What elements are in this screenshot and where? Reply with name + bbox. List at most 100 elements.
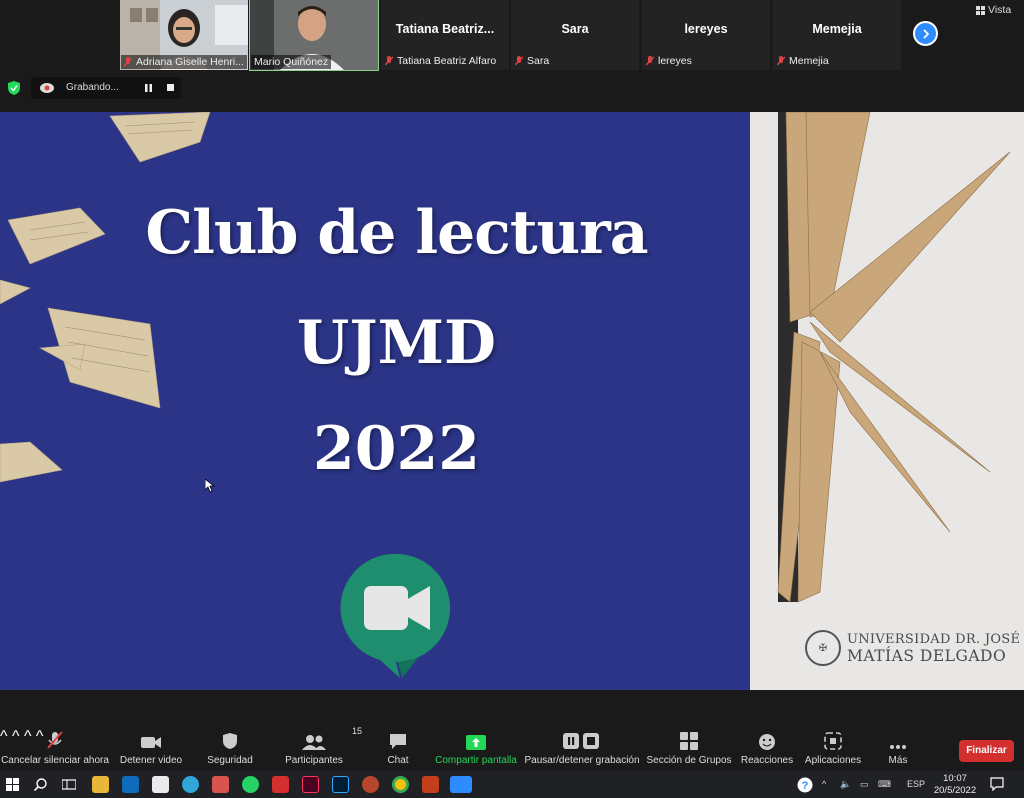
shared-screen: Club de lectura UJMD 2022 ✠ UNIVERSIDAD … (0, 112, 1024, 690)
windows-start-icon[interactable] (6, 778, 19, 791)
pause-recording-icon[interactable] (145, 84, 152, 92)
apps-button[interactable]: Aplicaciones (802, 728, 864, 771)
participant-tile-memejia[interactable]: Memejia Memejia (773, 0, 901, 70)
chat-button[interactable]: Chat (378, 728, 418, 771)
participants-count: 15 (352, 726, 363, 736)
participant-video-adriana[interactable]: Adriana Giselle Henri... (120, 0, 248, 70)
participant-title: Sara (561, 22, 589, 36)
slide-title-line3: 2022 (313, 414, 480, 484)
participants-button[interactable]: 15 Participantes (278, 726, 362, 771)
chat-label: Chat (387, 755, 409, 766)
edge-browser-icon[interactable] (182, 776, 199, 793)
acrobat-icon[interactable] (272, 776, 289, 793)
breakout-rooms-label: Sección de Grupos (646, 755, 732, 766)
file-explorer-icon[interactable] (92, 776, 109, 793)
participant-video-mario[interactable]: Mario Quiñónez (249, 0, 379, 71)
participant-name-label: Mario Quiñónez (251, 55, 332, 69)
cloud-recording-icon (40, 83, 54, 93)
recording-label: Grabando... (66, 82, 119, 93)
stop-video-button[interactable]: Detener video (118, 728, 184, 771)
recording-indicator: Grabando... (31, 77, 181, 99)
university-name-line2: MATÍAS DELGADO (847, 647, 1007, 665)
apps-label: Aplicaciones (804, 755, 862, 766)
participant-strip: Adriana Giselle Henri... Mario Quiñónez … (0, 0, 1024, 72)
notifications-icon[interactable] (990, 777, 1004, 791)
slide-title-line2: UJMD (296, 308, 497, 378)
clock-time: 10:07 (943, 773, 967, 784)
participant-name: Tatiana Beatriz Alfaro (397, 55, 497, 67)
pause-stop-recording-button[interactable]: Pausar/detener grabación (524, 728, 640, 771)
mic-muted-icon (124, 57, 132, 67)
security-button[interactable]: Seguridad (200, 728, 260, 771)
university-seal-icon: ✠ (805, 630, 841, 666)
share-screen-button[interactable]: Compartir pantalla (434, 728, 518, 771)
participant-name: Memejia (789, 55, 829, 67)
unmute-button[interactable]: Cancelar silenciar ahora (1, 728, 109, 771)
breakout-rooms-button[interactable]: Sección de Grupos (646, 728, 732, 771)
language-indicator[interactable]: ESP (907, 779, 925, 789)
participant-name-label: Adriana Giselle Henri... (121, 55, 247, 69)
security-shield-icon (223, 733, 237, 749)
indesign-icon[interactable] (302, 776, 319, 793)
network-icon[interactable]: ▭ (860, 779, 869, 790)
mouse-cursor-icon (205, 479, 215, 493)
store-icon[interactable] (152, 776, 169, 793)
next-participants-button[interactable] (913, 21, 938, 46)
share-screen-icon (466, 735, 486, 750)
security-shield-icon[interactable] (8, 81, 20, 95)
mic-muted-icon (646, 56, 654, 66)
search-icon[interactable] (34, 778, 47, 791)
participant-name-label: Sara (515, 55, 549, 67)
end-meeting-button[interactable]: Finalizar (959, 740, 1014, 762)
more-button[interactable]: Más (880, 728, 916, 771)
share-screen-label: Compartir pantalla (435, 755, 517, 766)
chat-bubble-icon (390, 734, 406, 749)
snipping-tool-icon[interactable] (212, 776, 229, 793)
participant-name-label: Tatiana Beatriz Alfaro (385, 55, 496, 67)
university-name: UNIVERSIDAD DR. JOSÉ MATÍAS DELGADO (847, 631, 1020, 665)
google-meet-logo-icon (340, 553, 450, 678)
participant-name: Adriana Giselle Henri... (136, 56, 244, 68)
photoshop-icon[interactable] (332, 776, 349, 793)
tray-chevron-icon[interactable]: ^ (822, 779, 826, 789)
security-label: Seguridad (207, 755, 253, 766)
participant-tile-lereyes[interactable]: lereyes lereyes (642, 0, 770, 70)
reactions-button[interactable]: Reacciones (740, 728, 794, 771)
participant-name: Mario Quiñónez (254, 56, 329, 68)
powerpoint-icon[interactable] (422, 776, 439, 793)
chevron-right-icon (922, 28, 929, 39)
task-view-icon[interactable] (62, 778, 76, 791)
participant-title: lereyes (684, 22, 728, 36)
system-clock[interactable]: 10:07 20/5/2022 (930, 773, 980, 797)
university-logo: ✠ UNIVERSIDAD DR. JOSÉ MATÍAS DELGADO (805, 630, 1020, 666)
mail-icon[interactable] (122, 776, 139, 793)
whatsapp-icon[interactable] (242, 776, 259, 793)
participant-tile-tatiana[interactable]: Tatiana Beatriz... Tatiana Beatriz Alfar… (381, 0, 509, 70)
view-button[interactable]: Vista (976, 4, 1011, 16)
reactions-label: Reacciones (740, 755, 794, 766)
emoji-smile-icon (759, 734, 775, 750)
app-icon[interactable] (362, 776, 379, 793)
keyboard-icon[interactable]: ⌨ (878, 779, 891, 790)
mic-muted-icon (777, 56, 785, 66)
open-book-illustration (750, 112, 1024, 690)
mic-muted-icon (47, 731, 63, 749)
slide-book-image: ✠ UNIVERSIDAD DR. JOSÉ MATÍAS DELGADO (750, 112, 1024, 690)
participant-name-label: Memejia (777, 55, 829, 67)
zoom-app-icon[interactable] (450, 776, 472, 793)
volume-icon[interactable]: 🔈 (840, 779, 851, 790)
stop-video-label: Detener video (119, 755, 183, 766)
participant-title: Tatiana Beatriz... (395, 22, 495, 36)
participant-name: Sara (527, 55, 550, 67)
slide-background: Club de lectura UJMD 2022 (0, 112, 750, 690)
stop-recording-icon[interactable] (167, 84, 174, 91)
participants-label: Participantes (285, 755, 343, 766)
video-camera-icon (141, 737, 161, 748)
participant-tile-sara[interactable]: Sara Sara (511, 0, 639, 70)
pause-stop-recording-label: Pausar/detener grabación (524, 755, 640, 766)
chrome-icon[interactable] (392, 776, 409, 793)
participants-icon (302, 735, 326, 750)
help-icon[interactable]: ? (797, 777, 813, 793)
university-name-line1: UNIVERSIDAD DR. JOSÉ (847, 632, 1021, 647)
clock-date: 20/5/2022 (933, 785, 977, 796)
